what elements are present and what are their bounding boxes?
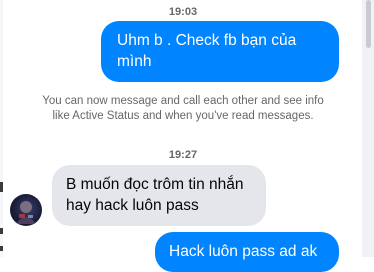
outgoing-message-bubble[interactable]: Uhm b . Check fb bạn của mình	[101, 21, 339, 82]
scrollbar-thumb[interactable]	[366, 0, 371, 48]
panel-edge-mark	[0, 182, 3, 192]
left-panel-edge	[0, 0, 3, 257]
message-timestamp: 19:03	[168, 6, 198, 18]
contact-avatar[interactable]	[10, 194, 42, 226]
panel-edge-mark	[0, 246, 3, 251]
avatar-image	[16, 201, 36, 224]
connection-notice: You can now message and call each other …	[42, 95, 324, 122]
conversation-scrollbar[interactable]	[362, 0, 374, 257]
incoming-message-bubble[interactable]: B muốn đọc trôm tin nhắn hay hack luôn p…	[52, 165, 266, 226]
panel-edge-mark	[0, 228, 3, 234]
outgoing-message-bubble[interactable]: Hack luôn pass ad ak	[155, 232, 339, 272]
message-timestamp: 19:27	[168, 149, 198, 161]
